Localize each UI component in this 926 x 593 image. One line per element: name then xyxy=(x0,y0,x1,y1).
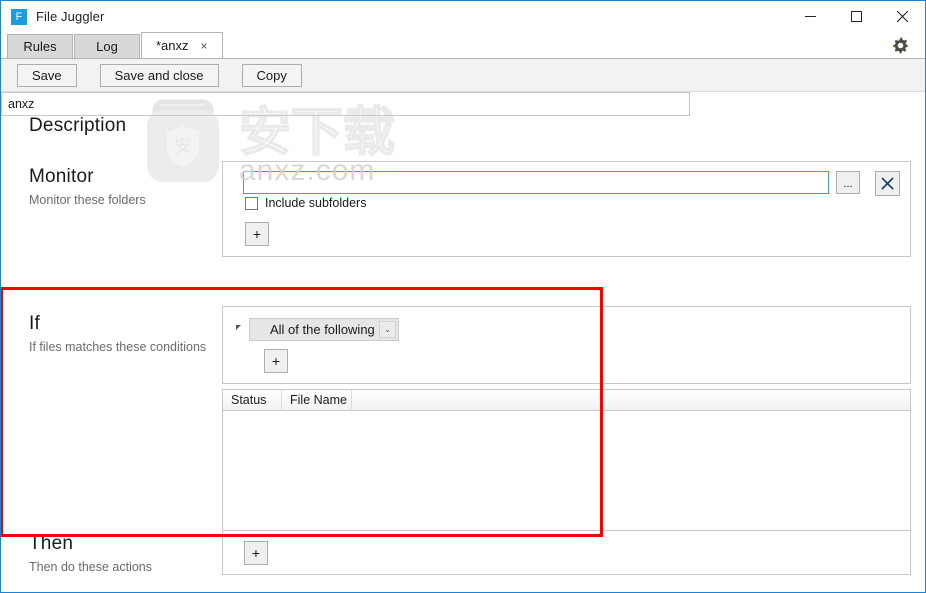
add-action-button[interactable]: + xyxy=(244,541,268,565)
include-subfolders-label: Include subfolders xyxy=(265,196,367,210)
tab-label: Rules xyxy=(23,39,57,54)
tab-close-icon[interactable]: × xyxy=(201,39,208,53)
match-mode-value: All of the following xyxy=(270,322,375,337)
copy-button[interactable]: Copy xyxy=(241,63,302,87)
grid-column-status[interactable]: Status xyxy=(223,389,282,411)
monitor-subtitle: Monitor these folders xyxy=(29,193,146,207)
title-bar: F File Juggler xyxy=(1,1,925,32)
app-logo-icon: F xyxy=(11,8,27,25)
add-condition-button[interactable]: + xyxy=(264,349,288,373)
description-input[interactable] xyxy=(1,92,690,116)
then-title: Then xyxy=(29,533,74,554)
if-subtitle: If files matches these conditions xyxy=(29,340,207,354)
match-mode-combo[interactable]: All of the following ⌄ xyxy=(249,318,399,341)
chevron-down-icon[interactable]: ⌄ xyxy=(379,321,396,338)
description-label-group: Description xyxy=(29,115,126,137)
window-title: File Juggler xyxy=(36,9,105,24)
tab-strip: Rules Log *anxz × xyxy=(1,32,925,58)
if-conditions-panel: All of the following ⌄ + xyxy=(222,306,911,384)
description-title: Description xyxy=(29,115,127,136)
if-title: If xyxy=(29,313,40,334)
monitor-panel: ... Include subfolders + xyxy=(222,161,911,257)
browse-folder-button[interactable]: ... xyxy=(836,171,860,194)
then-actions-panel: + xyxy=(222,530,911,575)
grid-body[interactable] xyxy=(223,411,910,536)
minimize-icon[interactable] xyxy=(787,1,833,32)
grid-header-row: Status File Name xyxy=(223,389,910,411)
save-and-close-button[interactable]: Save and close xyxy=(99,63,219,87)
save-button[interactable]: Save xyxy=(17,63,77,87)
add-monitor-folder-button[interactable]: + xyxy=(245,222,269,246)
tab-label: *anxz xyxy=(156,38,189,53)
file-preview-grid: Status File Name xyxy=(222,389,911,537)
tab-rules[interactable]: Rules xyxy=(7,34,73,58)
maximize-icon[interactable] xyxy=(833,1,879,32)
tab-label: Log xyxy=(96,39,118,54)
then-label-group: Then Then do these actions xyxy=(29,533,152,576)
gear-icon[interactable] xyxy=(887,32,913,58)
close-icon[interactable] xyxy=(879,1,925,32)
then-subtitle: Then do these actions xyxy=(29,560,152,574)
remove-folder-button[interactable] xyxy=(875,171,900,196)
app-window: F File Juggler Rules Log *anxz × Save Sa… xyxy=(0,0,926,593)
if-label-group: If If files matches these conditions xyxy=(29,313,206,356)
monitor-title: Monitor xyxy=(29,166,94,187)
monitor-path-input[interactable] xyxy=(243,171,829,194)
monitor-label-group: Monitor Monitor these folders xyxy=(29,166,146,209)
tab-anxz[interactable]: *anxz × xyxy=(141,32,223,58)
window-controls xyxy=(787,1,925,32)
include-subfolders-row[interactable]: Include subfolders xyxy=(245,196,366,210)
svg-text:安: 安 xyxy=(175,137,192,157)
toolbar: Save Save and close Copy xyxy=(1,58,925,91)
tab-log[interactable]: Log xyxy=(74,34,140,58)
grid-column-file-name[interactable]: File Name xyxy=(282,389,352,411)
collapse-triangle-icon[interactable] xyxy=(236,325,241,330)
include-subfolders-checkbox[interactable] xyxy=(245,196,258,210)
grid-column-filler xyxy=(352,390,910,411)
rule-editor: Description Monitor Monitor these folder… xyxy=(1,91,925,590)
